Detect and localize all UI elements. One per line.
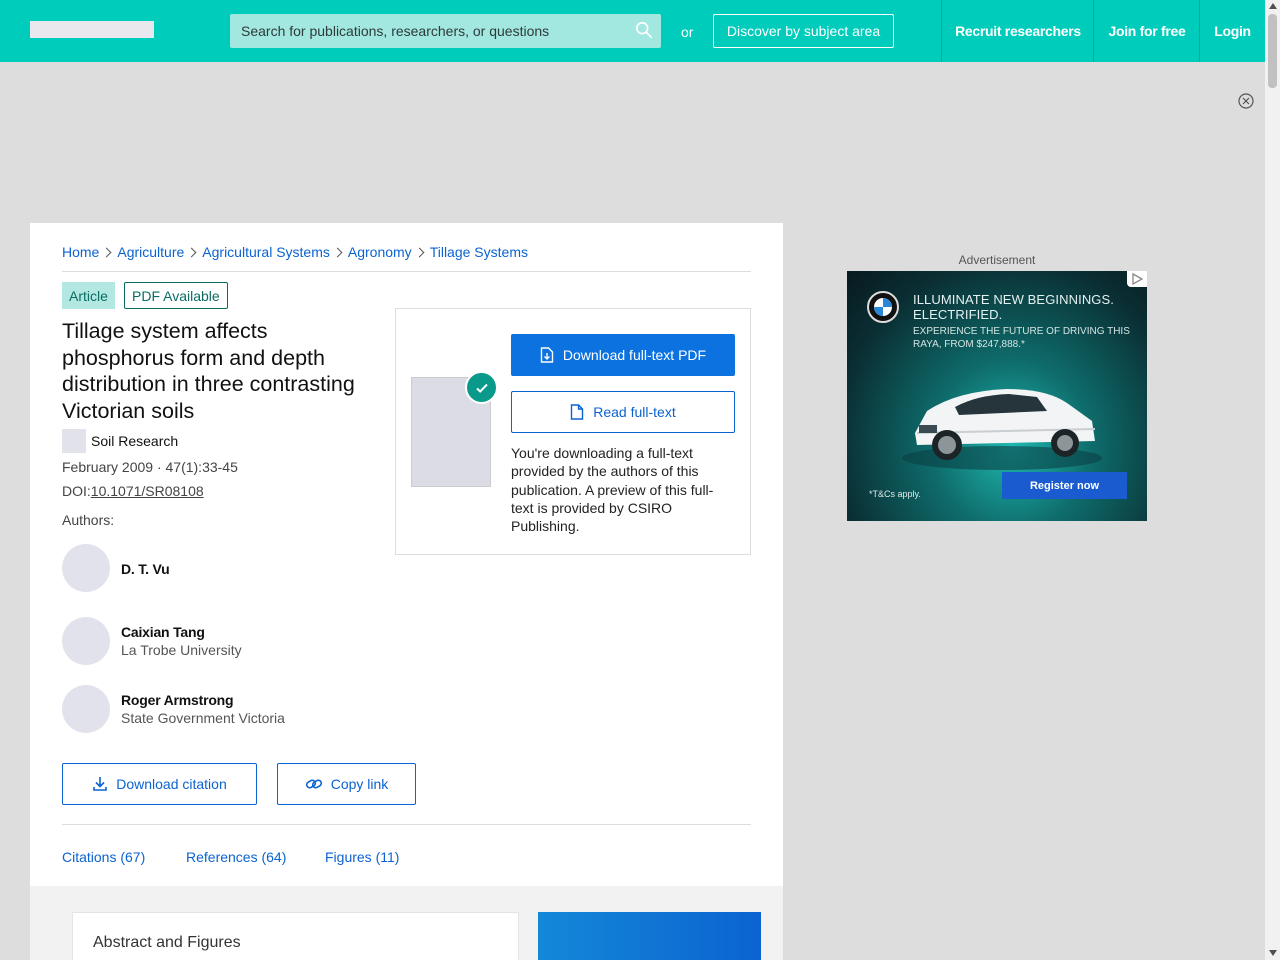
chevron-right-icon bbox=[186, 247, 197, 257]
promo-banner[interactable] bbox=[538, 912, 761, 960]
ad-terms: *T&Cs apply. bbox=[869, 489, 921, 499]
researchgate-logo[interactable] bbox=[30, 21, 154, 38]
pdf-available-badge: PDF Available bbox=[124, 282, 228, 309]
download-icon bbox=[93, 777, 108, 791]
link-icon bbox=[305, 779, 322, 789]
avatar[interactable] bbox=[62, 544, 110, 592]
avatar[interactable] bbox=[62, 617, 110, 665]
scrollbar-thumb[interactable] bbox=[1268, 14, 1277, 88]
ad-subline: EXPERIENCE THE FUTURE OF DRIVING THIS RA… bbox=[913, 326, 1130, 350]
check-icon bbox=[465, 371, 498, 404]
abstract-section-title: Abstract and Figures bbox=[93, 934, 241, 951]
author-item[interactable]: Roger Armstrong State Government Victori… bbox=[62, 685, 382, 733]
bmw-logo bbox=[867, 291, 899, 323]
recruit-researchers-link[interactable]: Recruit researchers bbox=[941, 0, 1094, 62]
ad-headline: ILLUMINATE NEW BEGINNINGS. ELECTRIFIED. bbox=[913, 292, 1114, 322]
car-image bbox=[902, 389, 1102, 470]
doi-label: DOI: bbox=[62, 483, 91, 499]
join-for-free-link[interactable]: Join for free bbox=[1093, 0, 1200, 62]
scroll-down-arrow-icon[interactable] bbox=[1269, 950, 1277, 956]
file-download-icon bbox=[540, 347, 554, 363]
download-citation-button[interactable]: Download citation bbox=[62, 763, 257, 805]
read-full-text-button[interactable]: Read full-text bbox=[511, 391, 735, 433]
search-box[interactable] bbox=[230, 14, 661, 48]
tab-citations[interactable]: Citations (67) bbox=[62, 849, 145, 865]
scroll-up-arrow-icon[interactable] bbox=[1269, 3, 1277, 9]
authors-label: Authors: bbox=[62, 512, 115, 528]
publication-date: February 2009 · 47(1):33-45 bbox=[62, 459, 238, 475]
author-name[interactable]: Roger Armstrong bbox=[121, 692, 234, 708]
breadcrumb-home[interactable]: Home bbox=[62, 244, 99, 260]
author-item[interactable]: Caixian Tang La Trobe University bbox=[62, 617, 382, 665]
author-name[interactable]: D. T. Vu bbox=[121, 561, 170, 577]
author-affiliation[interactable]: La Trobe University bbox=[121, 642, 242, 658]
top-navigation-bar: or Discover by subject area Recruit rese… bbox=[0, 0, 1265, 62]
journal-name[interactable]: Soil Research bbox=[91, 433, 178, 449]
breadcrumb: Home Agriculture Agricultural Systems Ag… bbox=[62, 244, 528, 260]
advertisement-label: Advertisement bbox=[958, 253, 1036, 267]
publication-card: Home Agriculture Agricultural Systems Ag… bbox=[30, 223, 783, 960]
file-icon bbox=[571, 404, 584, 420]
login-link[interactable]: Login bbox=[1199, 0, 1265, 62]
tab-figures[interactable]: Figures (11) bbox=[325, 849, 399, 865]
download-citation-label: Download citation bbox=[116, 776, 227, 792]
adchoices-icon[interactable] bbox=[1127, 271, 1147, 287]
discover-by-subject-button[interactable]: Discover by subject area bbox=[713, 14, 894, 48]
search-input[interactable] bbox=[230, 14, 620, 48]
doi: DOI:10.1071/SR08108 bbox=[62, 483, 204, 499]
download-pdf-label: Download full-text PDF bbox=[562, 347, 707, 363]
author-affiliation[interactable]: State Government Victoria bbox=[121, 710, 285, 726]
or-separator: or bbox=[681, 24, 694, 40]
chevron-right-icon bbox=[332, 247, 343, 257]
read-full-text-label: Read full-text bbox=[593, 404, 676, 420]
author-item[interactable]: D. T. Vu bbox=[62, 544, 382, 592]
close-ad-icon[interactable] bbox=[1238, 93, 1254, 109]
avatar[interactable] bbox=[62, 685, 110, 733]
divider bbox=[62, 271, 751, 272]
article-type-badge: Article bbox=[62, 282, 115, 309]
divider bbox=[62, 824, 751, 825]
breadcrumb-tillage-systems[interactable]: Tillage Systems bbox=[430, 244, 528, 260]
breadcrumb-agronomy[interactable]: Agronomy bbox=[348, 244, 412, 260]
abstract-section: Abstract and Figures bbox=[72, 912, 519, 960]
search-icon[interactable] bbox=[635, 21, 653, 39]
advertisement-banner[interactable]: ILLUMINATE NEW BEGINNINGS. ELECTRIFIED. … bbox=[847, 271, 1147, 521]
publication-title: Tillage system affects phosphorus form a… bbox=[62, 319, 355, 423]
copy-link-label: Copy link bbox=[330, 776, 389, 792]
chevron-right-icon bbox=[414, 247, 425, 257]
breadcrumb-agricultural-systems[interactable]: Agricultural Systems bbox=[202, 244, 330, 260]
download-note: You're downloading a full-text provided … bbox=[511, 445, 714, 535]
doi-link[interactable]: 10.1071/SR08108 bbox=[91, 483, 204, 499]
tab-references[interactable]: References (64) bbox=[186, 849, 286, 865]
author-name[interactable]: Caixian Tang bbox=[121, 624, 205, 640]
copy-link-button[interactable]: Copy link bbox=[277, 763, 416, 805]
chevron-right-icon bbox=[101, 247, 112, 257]
register-now-button[interactable]: Register now bbox=[1002, 472, 1127, 499]
breadcrumb-agriculture[interactable]: Agriculture bbox=[117, 244, 184, 260]
download-full-text-pdf-button[interactable]: Download full-text PDF bbox=[511, 334, 735, 376]
journal-thumbnail bbox=[62, 429, 86, 453]
download-panel: Download full-text PDF Read full-text Yo… bbox=[395, 308, 751, 555]
page-scrollbar[interactable] bbox=[1265, 0, 1280, 960]
